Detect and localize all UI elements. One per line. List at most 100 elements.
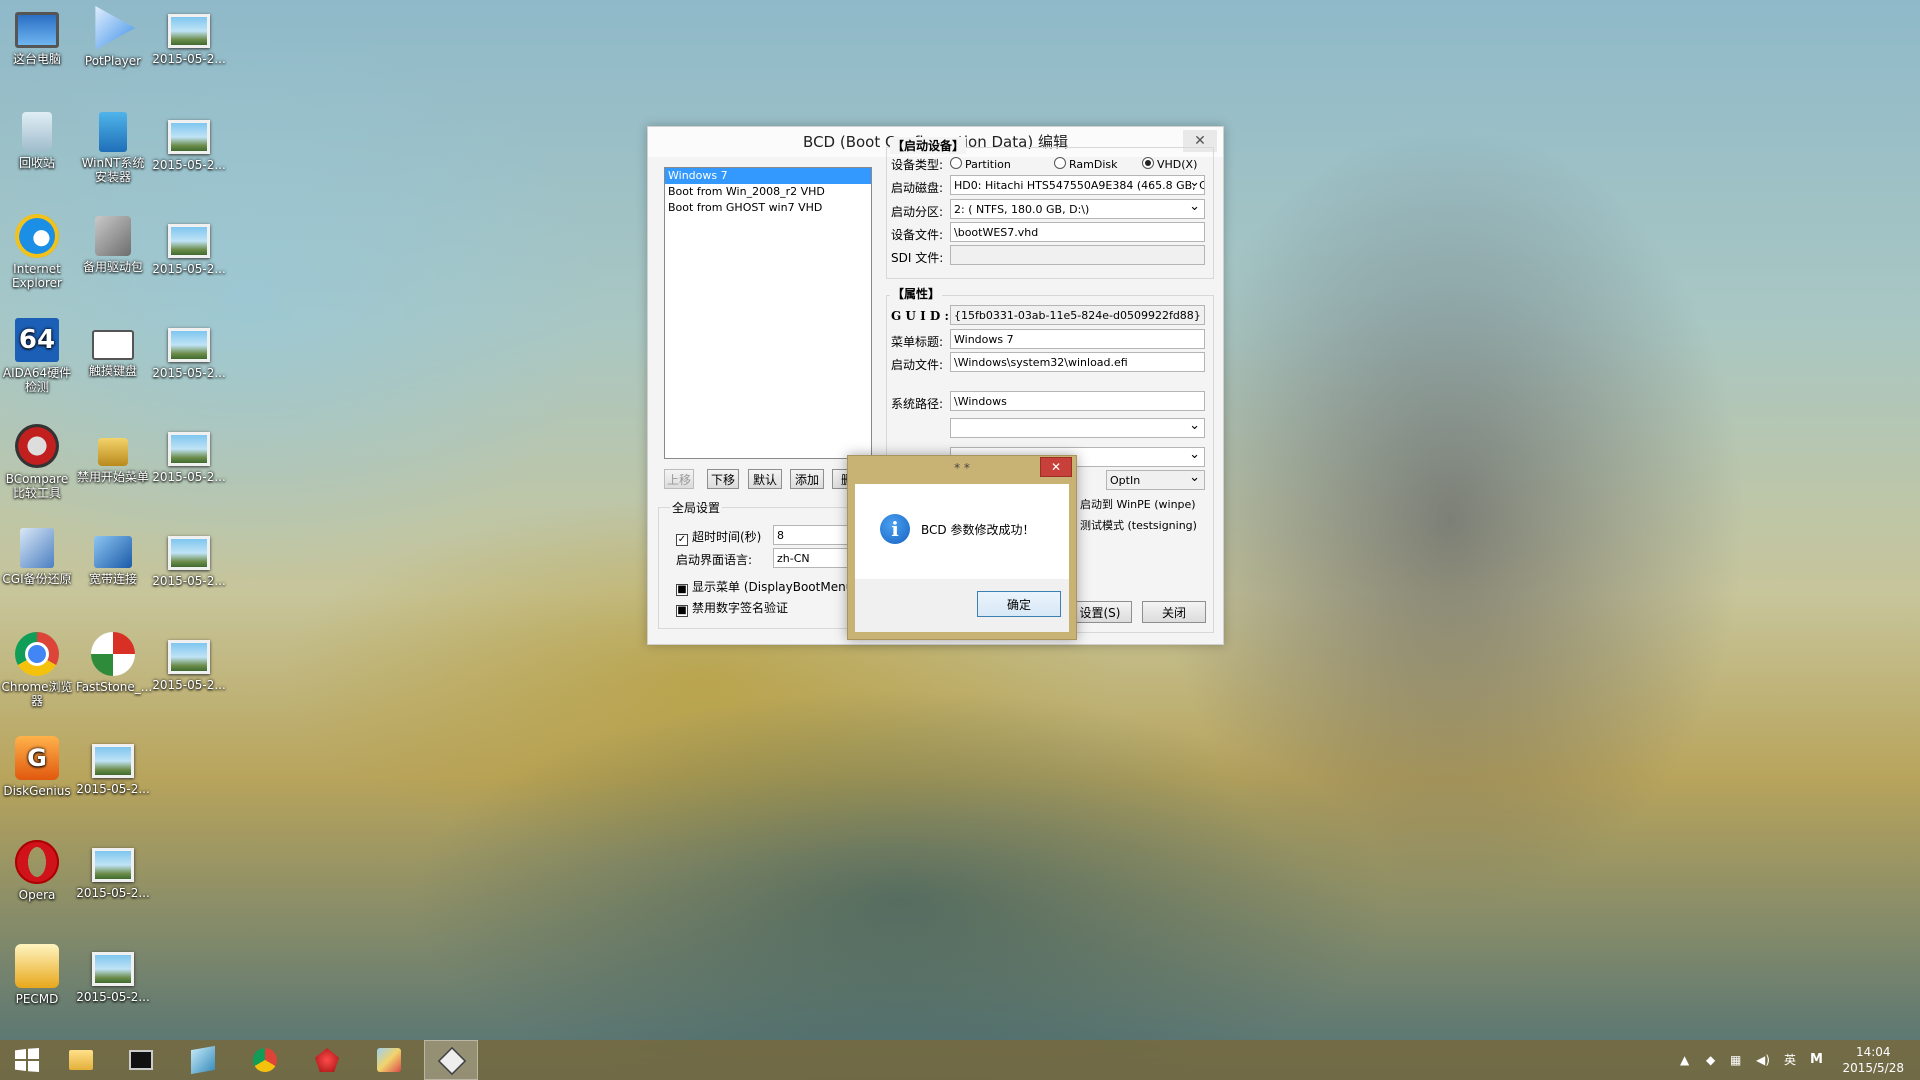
opera-shortcut[interactable]: Opera [0,840,74,902]
image-file-shortcut[interactable]: 2015-05-2... [76,840,150,900]
taskbar: ▲ ◆ ▦ ◀) 英 M 14:04 2015/5/28 [0,1040,1920,1080]
device-type-label: 设备类型: [891,158,944,172]
checkbox-checked-icon: ✓ [676,534,688,546]
image-file-shortcut[interactable]: 2015-05-2... [152,216,226,276]
chrome-shortcut[interactable]: Chrome浏览器 [0,632,74,708]
pecmd-icon [15,944,59,988]
keyboard-icon [92,330,134,360]
faststone-icon [91,632,135,676]
volume-icon[interactable]: ◀) [1756,1040,1770,1080]
winnt-setup-shortcut[interactable]: WinNT系统安装器 [76,112,150,184]
bcompare-shortcut[interactable]: BCompare 比较工具 [0,424,74,500]
radio-selected-icon [1142,157,1154,169]
ramdisk-radio[interactable]: RamDisk [1054,157,1118,171]
move-up-button[interactable]: 上移 [664,469,694,489]
folder-icon [69,1050,93,1070]
set-default-button[interactable]: 默认 [748,469,782,489]
winnt-setup-icon [99,112,127,152]
recycle-bin-icon [22,112,52,152]
image-file-icon [168,14,210,48]
system-root-input[interactable]: \Windows [950,391,1205,411]
image-file-shortcut[interactable]: 2015-05-2... [152,528,226,588]
faststone-shortcut[interactable]: FastStone_... [76,632,152,694]
image-file-icon [92,848,134,882]
image-file-shortcut[interactable]: 2015-05-2... [152,632,226,692]
boot-device-title: 【启动设备】 [890,137,967,154]
taskbar-cmd[interactable] [114,1040,168,1080]
winpe-option[interactable]: 启动到 WinPE (winpe) [1080,496,1196,512]
message-dialog: * * ✕ i BCD 参数修改成功！ 确定 [847,455,1077,640]
potplayer-shortcut[interactable]: PotPlayer [76,6,150,68]
taskbar-chrome[interactable] [238,1040,292,1080]
loader-file-label: 启动文件: [891,358,944,372]
dialog-footer: 确定 [855,579,1069,632]
tool-icon [315,1048,339,1072]
boot-entry-list[interactable]: Windows 7 Boot from Win_2008_r2 VHD Boot… [664,167,872,459]
broadband-shortcut[interactable]: 宽带连接 [76,528,150,586]
cgi-backup-shortcut[interactable]: CGI备份还原 [0,528,74,586]
image-file-shortcut[interactable]: 2015-05-2... [76,944,150,1004]
taskbar-explorer[interactable] [54,1040,108,1080]
loader-file-input[interactable]: \Windows\system32\winload.efi [950,352,1205,372]
partition-radio[interactable]: Partition [950,157,1011,171]
save-settings-button[interactable]: 设置(S) [1068,601,1132,623]
image-file-shortcut[interactable]: 2015-05-2... [152,6,226,66]
image-file-shortcut[interactable]: 2015-05-2... [152,320,226,380]
potplayer-icon [95,6,135,50]
aida64-shortcut[interactable]: 64 AIDA64硬件检测 [0,318,74,394]
list-item[interactable]: Boot from Win_2008_r2 VHD [665,184,871,200]
tray-security-icon[interactable]: ◆ [1706,1040,1715,1080]
disable-start-menu-shortcut[interactable]: 禁用开始菜单 [76,424,150,484]
taskbar-app2[interactable] [362,1040,416,1080]
pecmd-shortcut[interactable]: PECMD [0,944,74,1006]
input-language[interactable]: 英 [1784,1040,1796,1080]
clock[interactable]: 14:04 2015/5/28 [1842,1044,1904,1076]
boot-disk-select[interactable]: HD0: Hitachi HTS547550A9E384 (465.8 GB, … [950,175,1205,195]
taskbar-tool[interactable] [300,1040,354,1080]
language-label: 启动界面语言: [676,553,753,567]
close-button[interactable]: 关闭 [1142,601,1206,623]
windows-logo-icon [15,1048,39,1072]
chrome-icon [253,1048,277,1072]
taskbar-app[interactable] [176,1040,230,1080]
boot-disk-label: 启动磁盘: [891,181,944,195]
image-file-shortcut[interactable]: 2015-05-2... [152,424,226,484]
image-file-icon [168,328,210,362]
info-icon: i [880,514,910,544]
disable-integrity-checkbox[interactable]: ■ 禁用数字签名验证 [676,599,788,617]
display-boot-menu-checkbox[interactable]: ■ 显示菜单 (DisplayBootMenu) [676,578,858,596]
vhd-radio[interactable]: VHD(X) [1142,157,1197,171]
boot-partition-select[interactable]: 2: ( NTFS, 180.0 GB, D:\) [950,199,1205,219]
recycle-bin-shortcut[interactable]: 回收站 [0,112,74,170]
ime-mode[interactable]: M [1810,1040,1823,1080]
list-item[interactable]: Windows 7 [665,168,871,184]
network-icon[interactable]: ▦ [1730,1040,1741,1080]
tray-flag-icon[interactable]: ▲ [1680,1040,1689,1080]
app-icon [377,1048,401,1072]
taskbar-bcd-editor[interactable] [424,1040,478,1080]
timeout-checkbox[interactable]: ✓ 超时时间(秒) [676,528,761,546]
move-down-button[interactable]: 下移 [707,469,739,489]
guid-field: {15fb0331-03ab-11e5-824e-d0509922fd88} [950,305,1205,325]
start-button[interactable] [0,1040,54,1080]
testsigning-option[interactable]: 测试模式 (testsigning) [1080,517,1197,533]
image-file-shortcut[interactable]: 2015-05-2... [76,736,150,796]
diskgenius-shortcut[interactable]: G DiskGenius [0,736,74,798]
close-icon[interactable]: ✕ [1040,457,1072,477]
chrome-icon [15,632,59,676]
add-button[interactable]: 添加 [790,469,824,489]
sdi-file-input[interactable] [950,245,1205,265]
this-pc-shortcut[interactable]: 这台电脑 [0,6,74,66]
image-file-shortcut[interactable]: 2015-05-2... [152,112,226,172]
internet-explorer-shortcut[interactable]: Internet Explorer [0,214,74,290]
device-file-input[interactable]: \bootWES7.vhd [950,222,1205,242]
nx-select[interactable]: OptIn [1106,470,1205,490]
list-item[interactable]: Boot from GHOST win7 VHD [665,200,871,216]
dialog-titlebar[interactable]: * * ✕ [848,456,1076,480]
touch-keyboard-shortcut[interactable]: 触摸键盘 [76,320,150,378]
menu-title-input[interactable]: Windows 7 [950,329,1205,349]
dialog-title: * * [954,461,970,475]
ok-button[interactable]: 确定 [977,591,1061,617]
driver-pack-shortcut[interactable]: 备用驱动包 [76,216,150,274]
locale-select[interactable] [950,418,1205,438]
